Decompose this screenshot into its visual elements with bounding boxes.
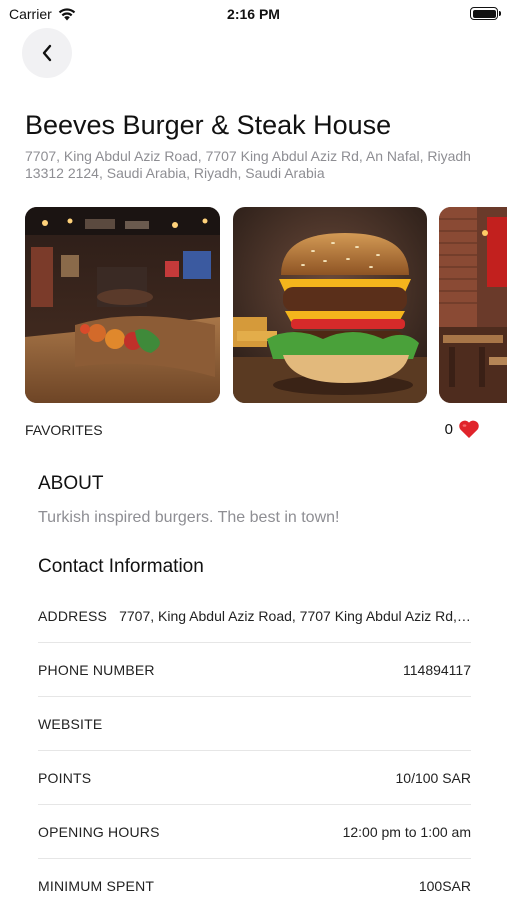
favorites-button[interactable]: 0: [445, 419, 480, 439]
address-label: ADDRESS: [38, 607, 108, 624]
phone-label: PHONE NUMBER: [38, 661, 155, 678]
battery-icon: [470, 7, 501, 20]
minimum-spent-value: 100SAR: [418, 878, 471, 894]
back-button[interactable]: [22, 28, 72, 78]
about-description: Turkish inspired burgers. The best in to…: [38, 509, 340, 526]
restaurant-interior-photo[interactable]: [25, 207, 220, 403]
phone-row[interactable]: PHONE NUMBER 114894117: [38, 643, 471, 697]
heart-icon: [459, 420, 479, 438]
address-value: 7707, King Abdul Aziz Road, 7707 King Ab…: [119, 607, 471, 624]
restaurant-name: Beeves Burger & Steak House: [25, 110, 392, 140]
burger-photo[interactable]: [233, 207, 427, 403]
minimum-spent-row: MINIMUM SPENT 100SAR: [38, 859, 471, 900]
address-row[interactable]: ADDRESS 7707, King Abdul Aziz Road, 7707…: [38, 589, 471, 643]
phone-value: 114894117: [403, 661, 471, 678]
website-row[interactable]: WEBSITE: [38, 697, 471, 751]
opening-hours-value: 12:00 pm to 1:00 am: [342, 823, 471, 840]
minimum-spent-label: MINIMUM SPENT: [38, 878, 155, 894]
points-value: 10/100 SAR: [395, 769, 472, 786]
chevron-left-icon: [42, 44, 52, 62]
status-bar: Carrier 2:16 PM: [0, 0, 507, 28]
favorites-label: FAVORITES: [25, 422, 103, 438]
opening-hours-label: OPENING HOURS: [38, 823, 160, 840]
points-label: POINTS: [38, 769, 92, 786]
restaurant-address: 7707, King Abdul Aziz Road, 7707 King Ab…: [25, 148, 471, 181]
opening-hours-row: OPENING HOURS 12:00 pm to 1:00 am: [38, 805, 471, 859]
contact-info-list: ADDRESS 7707, King Abdul Aziz Road, 7707…: [38, 589, 471, 900]
points-row: POINTS 10/100 SAR: [38, 751, 471, 805]
favorites-count: 0: [444, 420, 453, 438]
status-time: 2:16 PM: [227, 6, 280, 22]
photo-gallery[interactable]: [25, 207, 507, 403]
about-heading: ABOUT: [38, 473, 104, 494]
website-label: WEBSITE: [38, 715, 103, 732]
contact-heading: Contact Information: [38, 556, 204, 577]
dining-room-photo[interactable]: [439, 207, 507, 403]
